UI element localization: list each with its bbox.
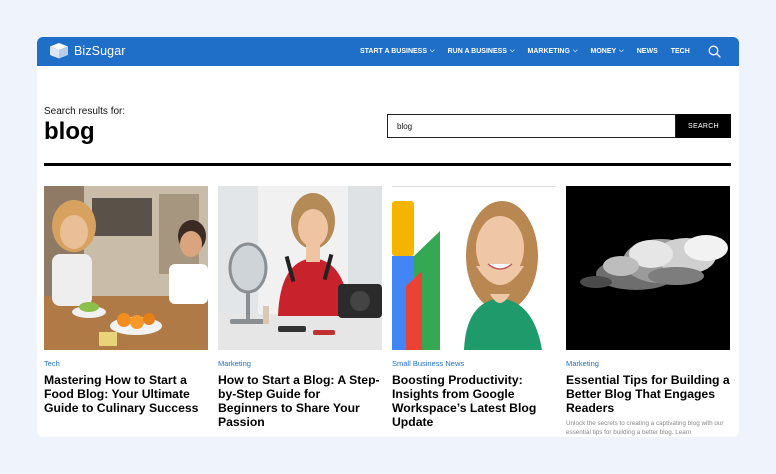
article-category[interactable]: Tech	[44, 359, 208, 368]
divider	[44, 163, 731, 166]
article-image-start-a-blog[interactable]	[218, 186, 382, 350]
cube-logo-icon	[50, 43, 68, 59]
browser-window: BizSugar START A BUSINESS ⌵ RUN A BUSINES…	[37, 37, 739, 437]
site-logo[interactable]: BizSugar	[49, 42, 126, 59]
nav-tech[interactable]: TECH	[671, 48, 690, 55]
nav-run-a-business[interactable]: RUN A BUSINESS ⌵	[448, 48, 515, 55]
chevron-down-icon: ⌵	[430, 48, 435, 54]
article-card[interactable]: Tech Mastering How to Start a Food Blog:…	[44, 186, 208, 419]
nav-news[interactable]: NEWS	[637, 48, 658, 55]
site-header: BizSugar START A BUSINESS ⌵ RUN A BUSINES…	[37, 37, 739, 66]
main-nav: START A BUSINESS ⌵ RUN A BUSINESS ⌵ MARKET…	[360, 37, 703, 66]
search-results-label: Search results for:	[44, 106, 126, 117]
search-icon[interactable]	[708, 45, 721, 58]
chevron-down-icon: ⌵	[572, 48, 578, 54]
search-input[interactable]: blog	[387, 114, 676, 138]
article-image-google-workspace[interactable]	[392, 186, 556, 350]
article-title[interactable]: Boosting Productivity: Insights from Goo…	[392, 373, 556, 429]
nav-money[interactable]: MONEY ⌵	[591, 48, 624, 55]
article-excerpt: Unlock the secrets to creating a captiva…	[566, 420, 724, 436]
chevron-down-icon: ⌵	[509, 48, 515, 54]
site-name: BizSugar	[74, 43, 126, 58]
article-category[interactable]: Marketing	[566, 359, 730, 368]
article-card[interactable]: Small Business News Boosting Productivit…	[392, 186, 556, 433]
article-title[interactable]: How to Start a Blog: A Step-by-Step Guid…	[218, 373, 382, 429]
search-button[interactable]: SEARCH	[676, 114, 731, 138]
article-card[interactable]: Marketing How to Start a Blog: A Step-by…	[218, 186, 382, 433]
article-image-cloud[interactable]	[566, 186, 730, 350]
nav-start-a-business[interactable]: START A BUSINESS ⌵	[360, 48, 435, 55]
article-category[interactable]: Small Business News	[392, 359, 556, 368]
article-image-food-blog[interactable]	[44, 186, 208, 350]
article-title[interactable]: Mastering How to Start a Food Blog: Your…	[44, 373, 208, 415]
search-query-heading: blog	[44, 118, 95, 145]
article-category[interactable]: Marketing	[218, 359, 382, 368]
article-card[interactable]: Marketing Essential Tips for Building a …	[566, 186, 730, 437]
chevron-down-icon: ⌵	[619, 48, 624, 54]
article-title[interactable]: Essential Tips for Building a Better Blo…	[566, 373, 730, 415]
nav-marketing[interactable]: MARKETING ⌵	[528, 48, 578, 55]
